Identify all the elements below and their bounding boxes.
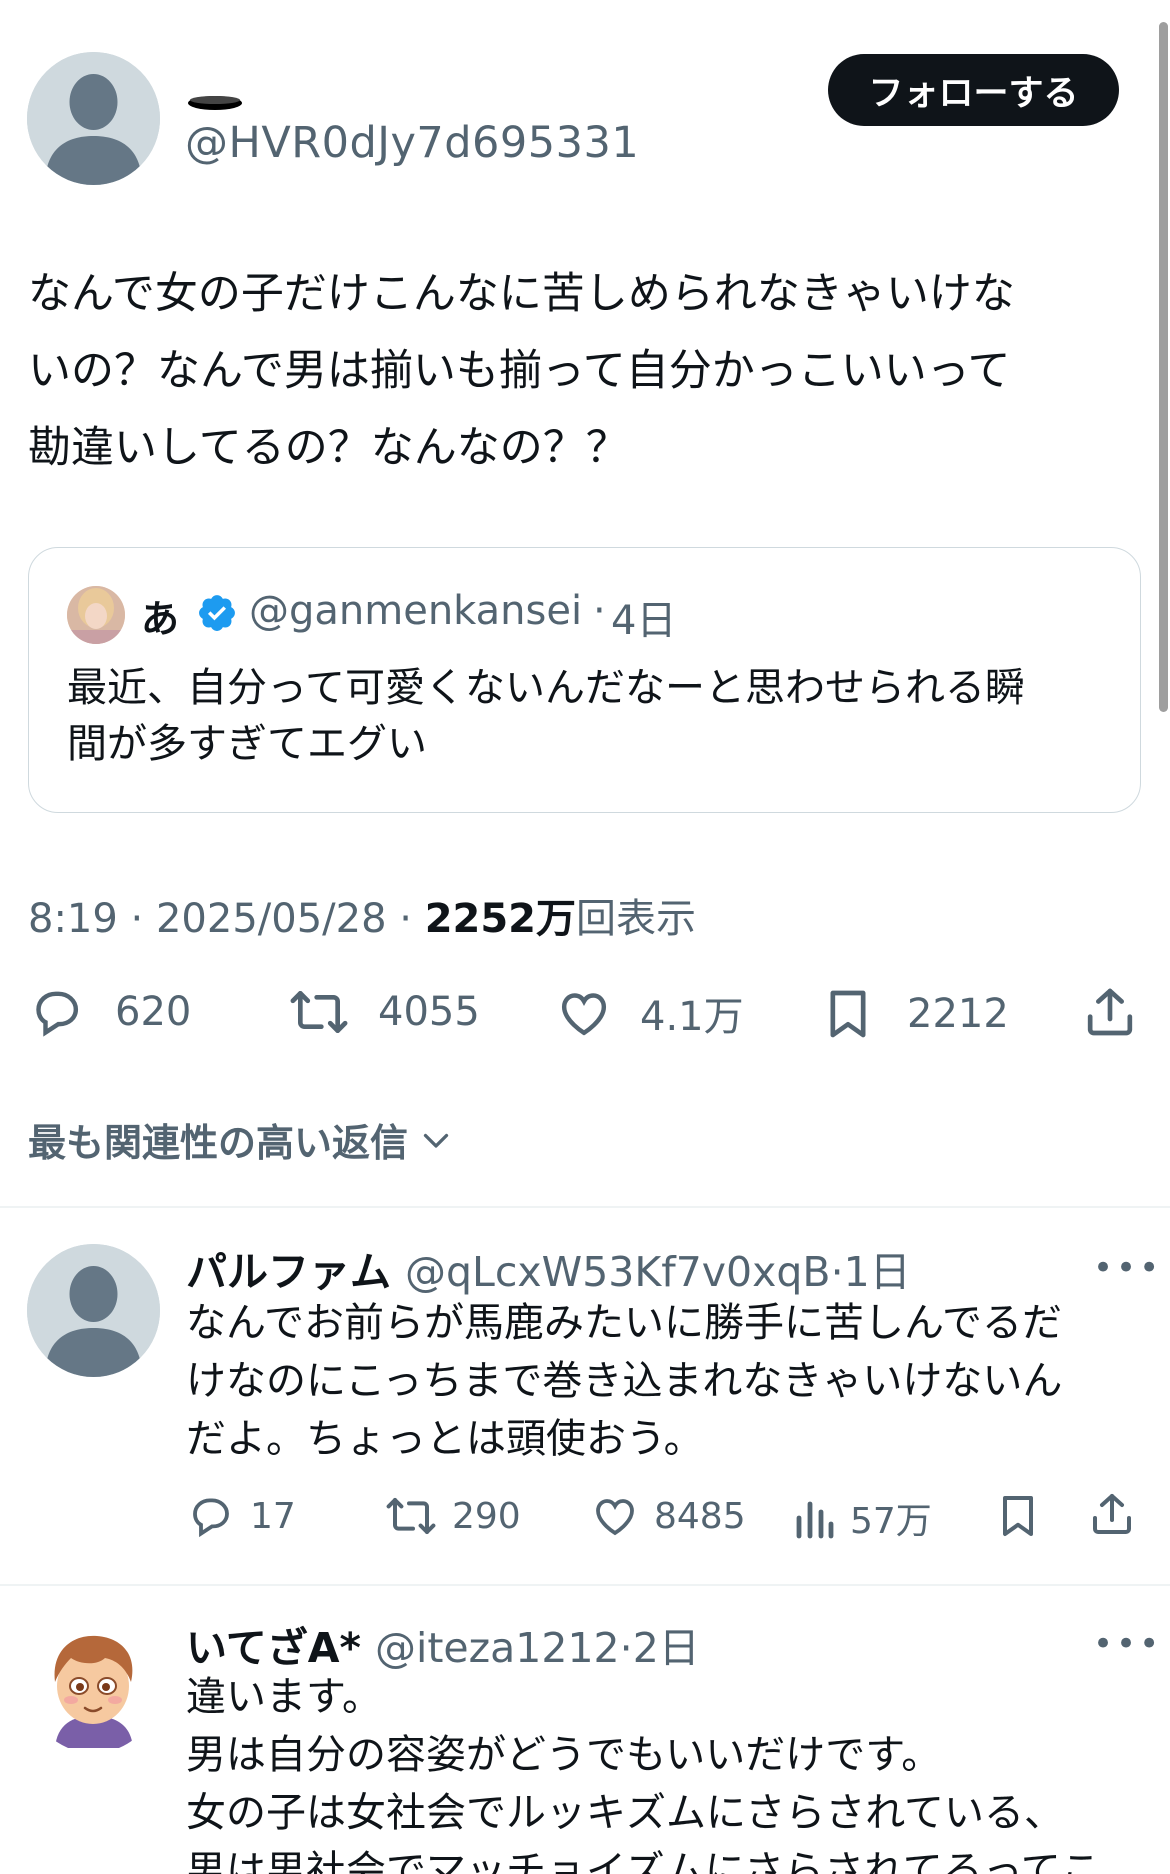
author-avatar[interactable] xyxy=(27,52,160,185)
reply-button[interactable]: 620 xyxy=(28,984,191,1040)
reply-author-avatar[interactable] xyxy=(27,1244,160,1377)
quoted-timestamp[interactable]: 4日 xyxy=(611,588,676,646)
reply-reply-button[interactable]: 17 xyxy=(186,1492,296,1540)
tweet-text-line: いの？なんで男は揃いも揃って自分かっこいいって xyxy=(28,346,1011,396)
tweet-meta: 8:19 · 2025/05/28 · 2252万回表示 xyxy=(28,886,696,944)
chevron-down-icon xyxy=(423,1133,449,1148)
default-avatar-icon xyxy=(27,52,160,185)
quoted-avatar-photo xyxy=(67,586,125,644)
reply-count: 620 xyxy=(115,989,192,1035)
quoted-text-line: 最近、自分って可愛くないんだなーと思わせられる瞬 xyxy=(67,665,1025,711)
reply-text-line: けなのにこっちまで巻き込まれなきゃいけないん xyxy=(186,1358,1063,1404)
reply-text-line: だよ。ちょっとは頭使おう。 xyxy=(186,1416,704,1462)
reply-text-line: 違います。 xyxy=(186,1674,382,1720)
reply-text: 違います。 男は自分の容姿がどうでもいいだけです。 女の子は女社会でルッキズムに… xyxy=(186,1668,1126,1874)
reply-timestamp[interactable]: 1日 xyxy=(844,1248,911,1296)
quoted-tweet-text: 最近、自分って可愛くないんだなーと思わせられる瞬 間が多すぎてエグい xyxy=(67,660,1117,772)
reply-views-count: 57万 xyxy=(850,1501,932,1542)
like-icon xyxy=(596,1499,634,1536)
reply-bookmark-button[interactable] xyxy=(994,1490,1042,1542)
tweet-date[interactable]: 2025/05/28 xyxy=(156,896,387,942)
tweet-text-line: 勘違いしてるの？なんなの？？ xyxy=(28,423,629,473)
default-avatar-icon xyxy=(27,1244,160,1377)
reply-icon xyxy=(36,991,79,1037)
reply-timestamp[interactable]: 2日 xyxy=(633,1624,700,1672)
reply-separator: · xyxy=(830,1248,844,1296)
view-count: 2252万 xyxy=(424,896,577,942)
more-icon[interactable]: ••• xyxy=(1093,1624,1162,1664)
reply-separator: · xyxy=(619,1624,633,1672)
reply-like-count: 8485 xyxy=(654,1495,746,1537)
reply-text-line: 男は自分の容姿がどうでもいいだけです。 xyxy=(186,1732,942,1778)
repost-icon xyxy=(290,991,348,1033)
share-icon xyxy=(1087,988,1133,1036)
repost-count: 4055 xyxy=(378,989,480,1035)
reply-header: パルファム @qLcxW53Kf7v0xqB·1日 xyxy=(186,1238,911,1298)
reply-sort-label: 最も関連性の高い返信 xyxy=(28,1121,409,1165)
quoted-separator: · xyxy=(593,588,606,634)
more-icon[interactable]: ••• xyxy=(1093,1248,1162,1288)
follow-button[interactable]: フォローする xyxy=(828,54,1119,126)
repost-button[interactable]: 4055 xyxy=(287,984,480,1040)
quoted-text-line: 間が多すぎてエグい xyxy=(67,721,427,767)
bookmark-button[interactable]: 2212 xyxy=(820,984,1009,1044)
like-button[interactable]: 4.1万 xyxy=(555,984,744,1042)
bookmark-icon xyxy=(830,990,866,1038)
reply-header: いてざA* @iteza1212·2日 xyxy=(186,1614,700,1674)
author-display-name-emoji[interactable] xyxy=(186,92,244,112)
scrollbar[interactable] xyxy=(1159,22,1168,712)
quoted-author-handle[interactable]: @ganmenkansei xyxy=(249,588,582,634)
reply-text: なんでお前らが馬鹿みたいに勝手に苦しんでるだ けなのにこっちまで巻き込まれなきゃ… xyxy=(186,1294,1126,1468)
author-handle[interactable]: @HVR0dJy7d695331 xyxy=(185,118,639,168)
reply-repost-count: 290 xyxy=(452,1495,521,1537)
bookmark-count: 2212 xyxy=(907,991,1009,1037)
like-icon xyxy=(561,993,607,1036)
reply-author-name[interactable]: パルファム xyxy=(186,1248,391,1296)
repost-icon xyxy=(386,1498,436,1534)
tweet-text: なんで女の子だけこんなに苦しめられなきゃいけな いの？なんで男は揃いも揃って自分… xyxy=(28,256,1138,487)
tweet-text-line: なんで女の子だけこんなに苦しめられなきゃいけな xyxy=(28,269,1015,319)
reply-share-button[interactable] xyxy=(1088,1488,1136,1540)
share-button[interactable] xyxy=(1082,982,1138,1042)
views-label: 回表示 xyxy=(576,896,697,942)
meta-separator: · xyxy=(386,896,425,942)
reply-sort-dropdown[interactable]: 最も関連性の高い返信 xyxy=(28,1112,454,1167)
divider xyxy=(0,1584,1170,1586)
reply-reply-count: 17 xyxy=(250,1495,296,1537)
reply-author-avatar[interactable] xyxy=(27,1620,160,1753)
reply-views-button[interactable]: 57万 xyxy=(794,1492,932,1544)
reply-author-handle[interactable]: @qLcxW53Kf7v0xqB xyxy=(405,1248,831,1296)
reply-repost-button[interactable]: 290 xyxy=(384,1492,521,1540)
quoted-tweet-card[interactable]: あ @ganmenkansei · 4日 最近、自分って可愛くないんだなーと思わ… xyxy=(28,547,1141,813)
reply-icon xyxy=(193,1498,229,1538)
views-icon xyxy=(796,1501,834,1539)
bookmark-icon xyxy=(1003,1496,1033,1536)
tweet-time[interactable]: 8:19 xyxy=(28,896,118,942)
share-icon xyxy=(1093,1494,1131,1534)
reply-author-name[interactable]: いてざA* xyxy=(186,1624,361,1672)
meta-separator: · xyxy=(117,896,156,942)
reply-text-line: 男は男社会でマッチョイズムにさらされてるってこ xyxy=(186,1848,1101,1874)
quoted-author-name[interactable]: あ xyxy=(141,588,179,643)
reply-text-line: なんでお前らが馬鹿みたいに勝手に苦しんでるだ xyxy=(186,1300,1062,1346)
cartoon-avatar-illustration xyxy=(27,1620,160,1753)
like-count: 4.1万 xyxy=(640,994,744,1040)
divider xyxy=(0,1206,1170,1208)
reply-author-handle[interactable]: @iteza1212 xyxy=(375,1624,620,1672)
verified-badge-icon xyxy=(199,595,235,631)
reply-like-button[interactable]: 8485 xyxy=(590,1492,746,1540)
quoted-author-avatar[interactable] xyxy=(67,586,125,644)
reply-text-line: 女の子は女社会でルッキズムにさらされている、 xyxy=(186,1790,1064,1836)
